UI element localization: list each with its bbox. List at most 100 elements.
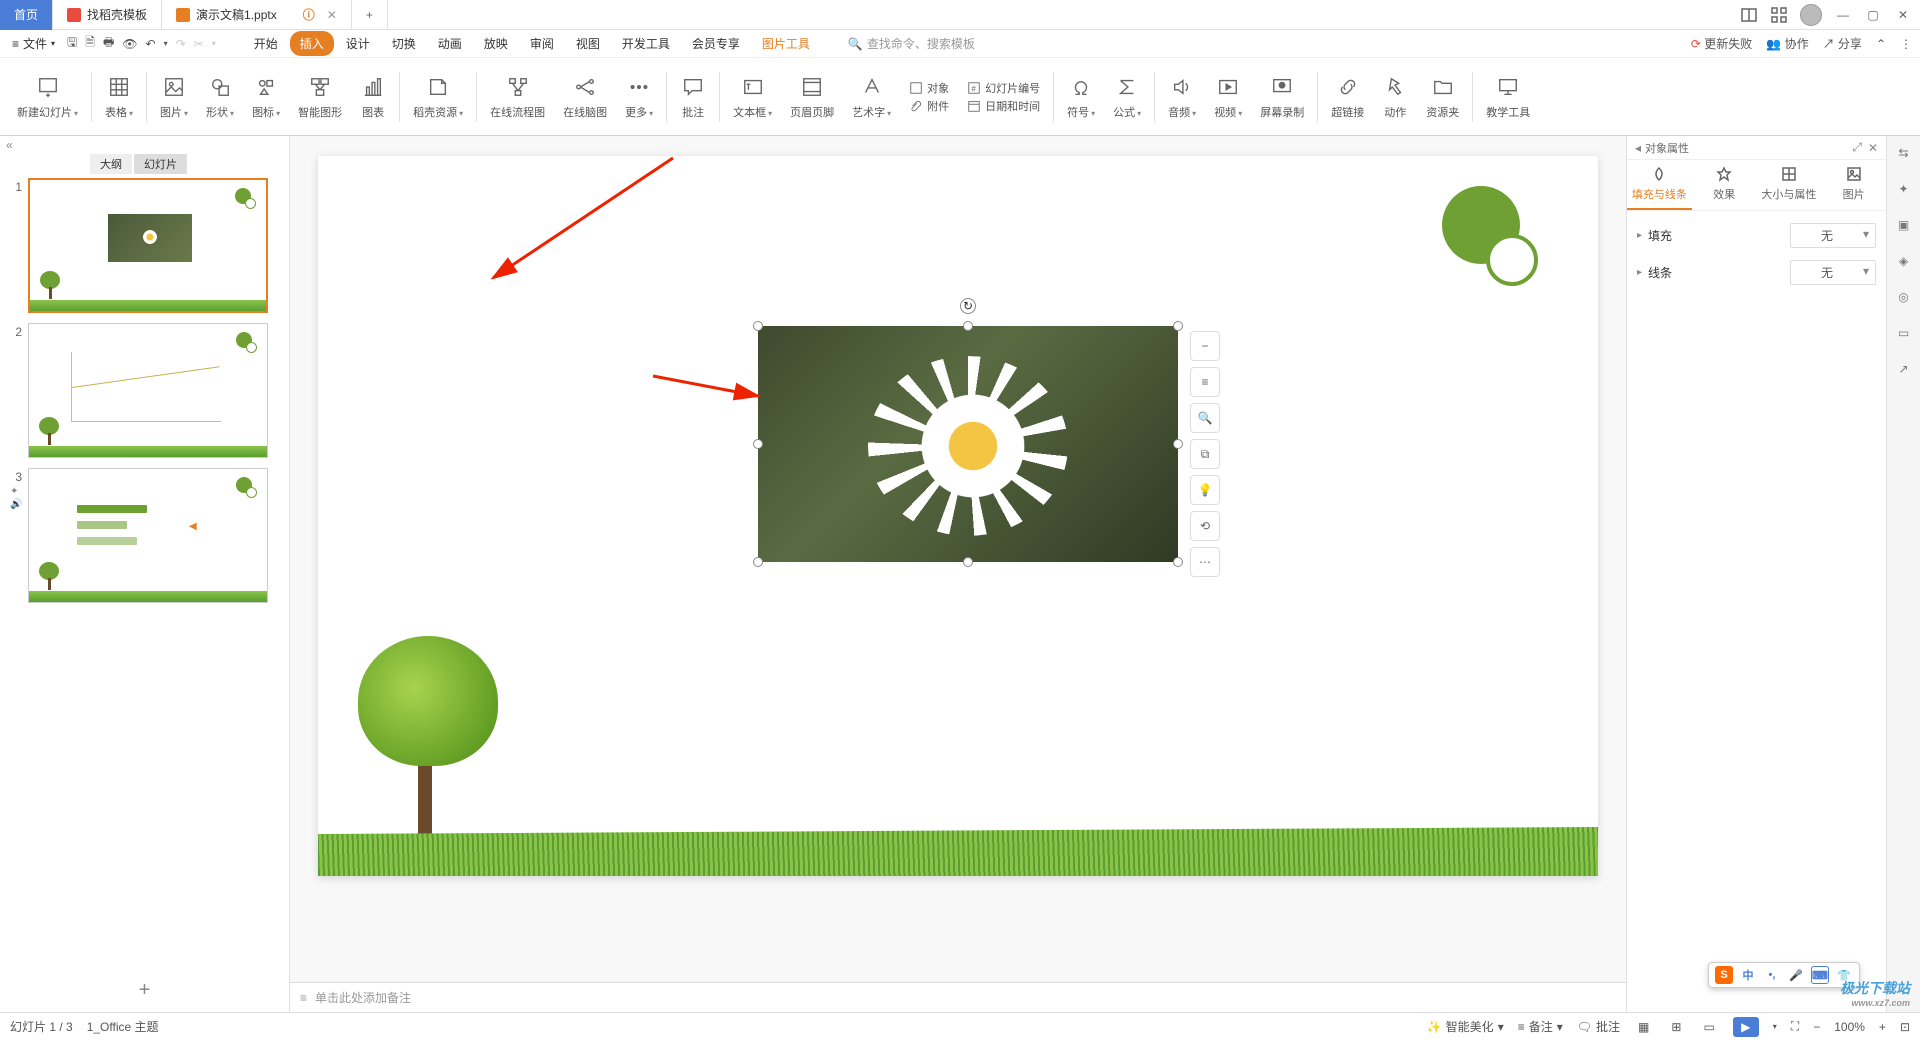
rail-location-icon[interactable]: ◎ (1893, 286, 1915, 308)
notes-placeholder[interactable]: 单击此处添加备注 (315, 989, 411, 1006)
expand-icon[interactable]: ▸ (1637, 267, 1642, 278)
tab-picture-tools[interactable]: 图片工具 (752, 31, 820, 56)
idea-tool[interactable]: 💡 (1190, 475, 1220, 505)
tab-view[interactable]: 视图 (566, 31, 610, 56)
undo-dropdown[interactable]: ▾ (164, 39, 168, 48)
rail-toggle-icon[interactable]: ⇆ (1893, 142, 1915, 164)
ime-voice-icon[interactable]: 🎤 (1787, 966, 1805, 984)
fit-button[interactable]: ⛶ (1791, 1019, 1799, 1034)
save-as-icon[interactable]: 🗎 (85, 33, 95, 54)
print-icon[interactable]: 🖶 (103, 33, 114, 54)
rail-design-icon[interactable]: ✦ (1893, 178, 1915, 200)
online-flowchart-button[interactable]: 在线流程图 (481, 74, 554, 120)
prop-tab-effect[interactable]: 效果 (1692, 160, 1757, 210)
tab-home[interactable]: 首页 (0, 0, 53, 30)
resize-handle[interactable] (1173, 439, 1183, 449)
slide-thumbnail-1[interactable] (28, 178, 268, 313)
icon-button[interactable]: 图标▾ (243, 74, 289, 120)
resize-handle[interactable] (963, 557, 973, 567)
formula-button[interactable]: 公式▾ (1104, 74, 1150, 120)
online-mindmap-button[interactable]: 在线脑图 (554, 74, 616, 120)
reading-view-icon[interactable]: ▭ (1699, 1018, 1718, 1036)
resize-handle[interactable] (1173, 557, 1183, 567)
ime-lang[interactable]: 中 (1739, 966, 1757, 984)
resize-handle[interactable] (753, 321, 763, 331)
command-search[interactable]: 🔍 查找命令、搜索模板 (848, 35, 975, 52)
maximize-icon[interactable]: ▢ (1864, 6, 1882, 24)
prop-tab-size[interactable]: 大小与属性 (1757, 160, 1822, 210)
undo-icon[interactable]: ↶ (146, 37, 156, 51)
update-failed[interactable]: ⟳ 更新失败 (1691, 35, 1752, 52)
crop-tool[interactable]: ⧉ (1190, 439, 1220, 469)
ribbon-collapse-icon[interactable]: ⌃ (1876, 37, 1886, 51)
panel-pin-icon[interactable]: ⤢ (1852, 140, 1862, 155)
picture-button[interactable]: 图片▾ (151, 74, 197, 120)
slide-canvas-area[interactable]: ↻ − ≡ 🔍 ⧉ 💡 ⟲ ⋯ (290, 136, 1626, 982)
sogou-icon[interactable]: S (1715, 966, 1733, 984)
replace-tool[interactable]: ⟲ (1190, 511, 1220, 541)
annotate-toggle[interactable]: 🗨 批注 (1577, 1018, 1620, 1035)
ime-punct[interactable]: •, (1763, 966, 1781, 984)
close-icon[interactable]: ✕ (327, 8, 337, 22)
slide-thumbnail-3[interactable]: ◀ (28, 468, 268, 603)
resize-handle[interactable] (753, 439, 763, 449)
attachment-button[interactable]: 附件 (909, 98, 949, 114)
close-window-icon[interactable]: ✕ (1894, 6, 1912, 24)
panel-close-icon[interactable]: ✕ (1868, 141, 1878, 155)
action-button[interactable]: 动作 (1373, 74, 1417, 120)
hyperlink-button[interactable]: 超链接 (1322, 74, 1373, 120)
tab-document[interactable]: 演示文稿1.pptx ⓘ✕ (162, 0, 352, 30)
line-select[interactable]: 无 (1790, 260, 1876, 285)
screen-record-button[interactable]: 屏幕录制 (1251, 74, 1313, 120)
beautify-button[interactable]: ✨ 智能美化 ▾ (1427, 1018, 1504, 1035)
print-preview-icon[interactable]: 👁 (122, 37, 137, 51)
datetime-button[interactable]: 日期和时间 (967, 98, 1040, 114)
tab-animation[interactable]: 动画 (428, 31, 472, 56)
outline-tab[interactable]: 大纲 (90, 154, 132, 174)
symbol-button[interactable]: 符号▾ (1058, 74, 1104, 120)
slideshow-button[interactable]: ▶ (1733, 1017, 1759, 1037)
app-grid-icon[interactable] (1770, 6, 1788, 24)
expand-icon[interactable]: ▸ (1637, 230, 1642, 241)
zoom-out-tool[interactable]: − (1190, 331, 1220, 361)
notes-bar[interactable]: ≡ 单击此处添加备注 (290, 982, 1626, 1012)
comment-button[interactable]: 批注 (671, 74, 715, 120)
wordart-button[interactable]: 艺术字▾ (843, 74, 900, 120)
line-section[interactable]: ▸ 线条 无 (1637, 254, 1876, 291)
tab-slideshow[interactable]: 放映 (474, 31, 518, 56)
zoom-level[interactable]: 100% (1834, 1020, 1865, 1034)
tab-developer[interactable]: 开发工具 (612, 31, 680, 56)
slide-thumbnail-2[interactable] (28, 323, 268, 458)
textbox-button[interactable]: 文本框▾ (724, 74, 781, 120)
table-button[interactable]: 表格▾ (96, 74, 142, 120)
fill-select[interactable]: 无 (1790, 223, 1876, 248)
resize-handle[interactable] (1173, 321, 1183, 331)
chart-button[interactable]: 图表 (351, 74, 395, 120)
tab-member[interactable]: 会员专享 (682, 31, 750, 56)
more-tool[interactable]: ⋯ (1190, 547, 1220, 577)
redo-icon[interactable]: ↷ (176, 37, 186, 51)
more-button[interactable]: 更多▾ (616, 74, 662, 120)
save-icon[interactable]: 🖫 (67, 33, 77, 54)
add-slide-button[interactable]: + (0, 969, 289, 1012)
layer-tool[interactable]: ≡ (1190, 367, 1220, 397)
qat-dropdown[interactable]: ▾ (212, 39, 216, 48)
object-button[interactable]: 对象 (909, 80, 949, 96)
file-menu[interactable]: ≡文件▾ (8, 35, 59, 52)
zoom-tool[interactable]: 🔍 (1190, 403, 1220, 433)
rail-book-icon[interactable]: ▭ (1893, 322, 1915, 344)
resource-folder-button[interactable]: 资源夹 (1417, 74, 1468, 120)
slides-tab[interactable]: 幻灯片 (134, 154, 187, 174)
prop-tab-picture[interactable]: 图片 (1821, 160, 1886, 210)
remarks-toggle[interactable]: ≡ 备注 ▾ (1518, 1018, 1563, 1035)
rail-export-icon[interactable]: ↗ (1893, 358, 1915, 380)
new-slide-button[interactable]: 新建幻灯片▾ (8, 74, 87, 120)
rail-resource-icon[interactable]: ◈ (1893, 250, 1915, 272)
normal-view-icon[interactable]: ▦ (1634, 1018, 1653, 1036)
panel-collapse-icon[interactable]: « (0, 136, 289, 154)
zoom-in-button[interactable]: + (1879, 1020, 1886, 1034)
tab-docao-template[interactable]: 找稻壳模板 (53, 0, 162, 30)
rail-template-icon[interactable]: ▣ (1893, 214, 1915, 236)
ime-keyboard-icon[interactable]: ⌨ (1811, 966, 1829, 984)
audio-button[interactable]: 音频▾ (1159, 74, 1205, 120)
